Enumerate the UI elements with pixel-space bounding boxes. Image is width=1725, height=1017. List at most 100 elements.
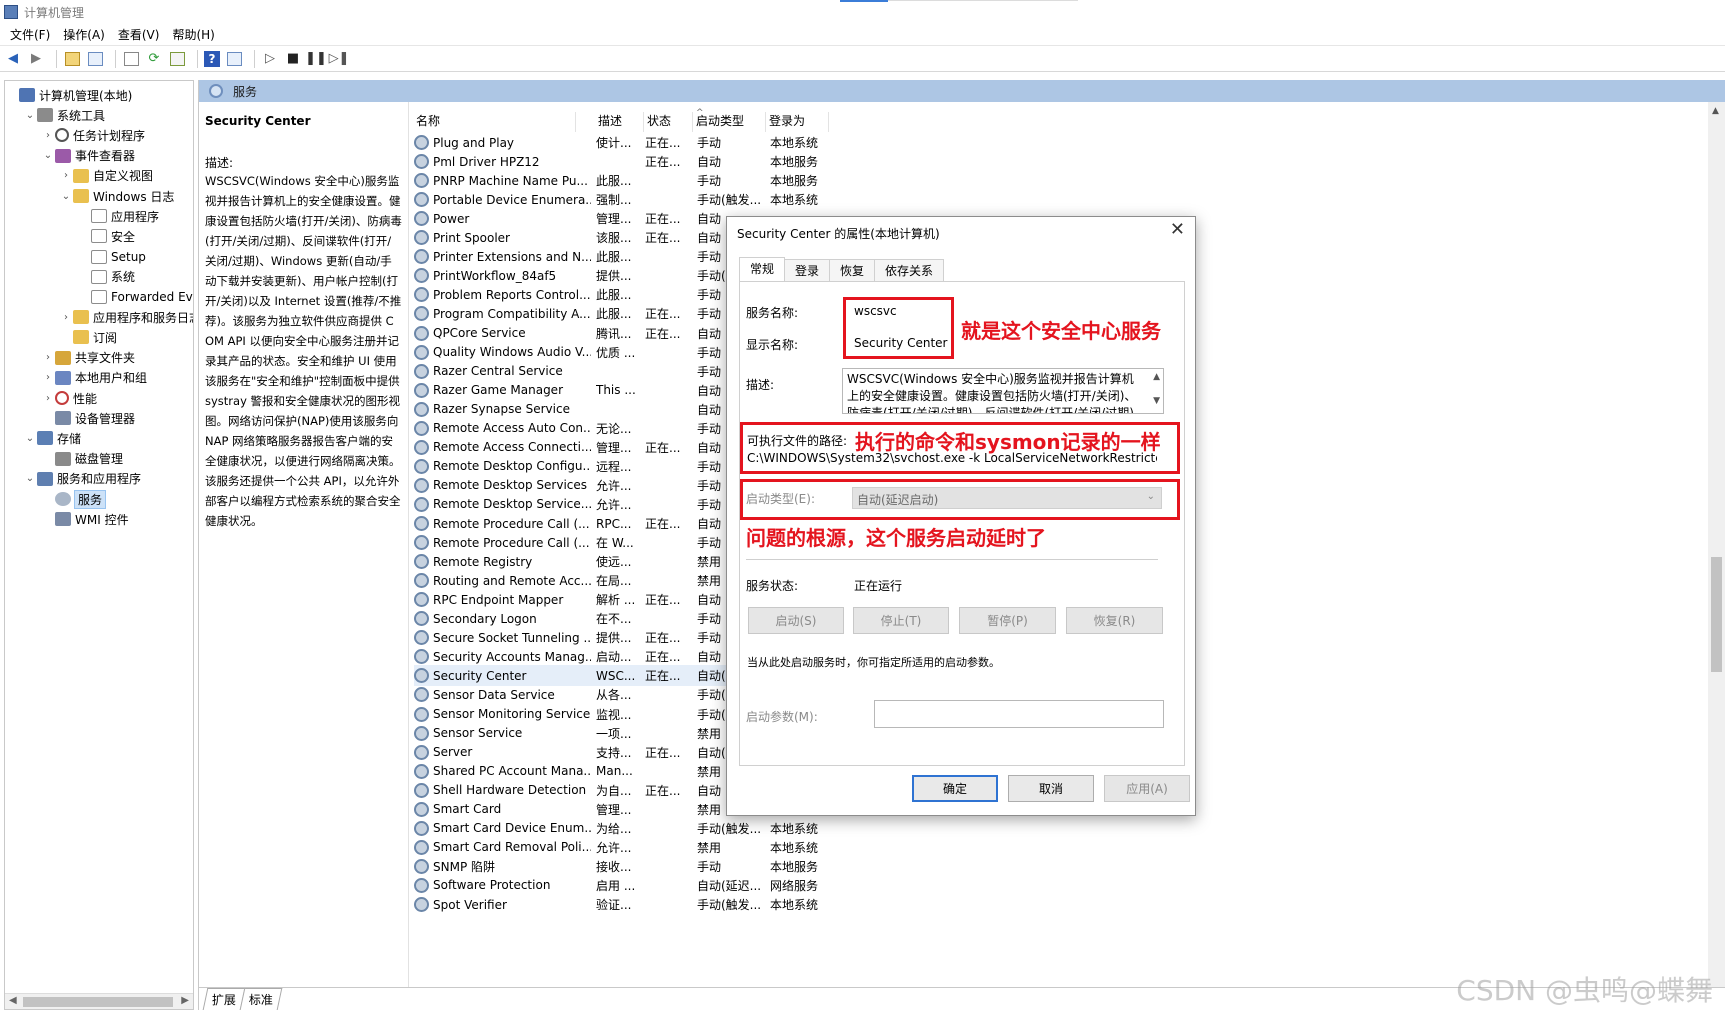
tree-item[interactable]: 应用程序 xyxy=(77,206,159,226)
tree-item[interactable]: › 应用程序和服务日志 xyxy=(59,307,193,327)
service-logon-cell: 本地服务 xyxy=(770,174,819,189)
tab-recovery[interactable]: 恢复 xyxy=(829,259,876,281)
dialog-description-text: WSCSVC(Windows 安全中心)服务监视并报告计算机上的安全健康设置。健… xyxy=(847,372,1137,414)
table-row[interactable]: Spot Verifier 验证... 手动(触发... 本地系统 xyxy=(414,894,974,915)
export-list-icon[interactable] xyxy=(168,50,186,68)
tree-item[interactable]: 订阅 xyxy=(59,327,117,347)
tree-item[interactable]: › 性能 xyxy=(41,388,97,408)
show-tree-icon[interactable] xyxy=(86,50,104,68)
tab-dependencies[interactable]: 依存关系 xyxy=(874,259,945,281)
scroll-left-icon[interactable]: ◀ xyxy=(9,995,17,1006)
column-header-status[interactable]: 状态 xyxy=(645,112,693,132)
column-header-description[interactable]: 描述 xyxy=(596,112,644,132)
tab-general[interactable]: 常规 xyxy=(739,257,786,281)
action-pane-icon[interactable] xyxy=(225,50,243,68)
stop-service-icon[interactable]: ■ xyxy=(284,50,302,68)
service-name-cell: Security Center xyxy=(433,668,527,683)
menu-bar: 文件(F) 操作(A) 查看(V) 帮助(H) xyxy=(0,24,1725,46)
tree-item[interactable]: ⌄ 存储 xyxy=(23,428,81,448)
tree-item[interactable]: › 本地用户和组 xyxy=(41,368,147,388)
tab-extended[interactable]: 扩展 xyxy=(202,988,246,1010)
tree-item[interactable]: ⌄ 服务和应用程序 xyxy=(23,469,141,489)
tree-item[interactable]: 服务 xyxy=(41,489,107,509)
tools-icon xyxy=(37,108,53,123)
chevron-down-icon[interactable]: ⌄ xyxy=(41,150,55,161)
up-folder-icon[interactable] xyxy=(63,50,81,68)
service-description-cell: 为自... xyxy=(596,783,632,798)
annotation-box-startup xyxy=(740,479,1180,520)
scrollbar-thumb[interactable] xyxy=(1711,557,1722,672)
tree-item[interactable]: › 任务计划程序 xyxy=(41,125,145,145)
help-icon[interactable]: ? xyxy=(204,50,220,67)
menu-view[interactable]: 查看(V) xyxy=(114,26,169,43)
forward-arrow-icon[interactable]: ▶ xyxy=(27,50,45,68)
tree-item[interactable]: WMI 控件 xyxy=(41,509,129,529)
scrollbar-thumb[interactable] xyxy=(23,997,173,1007)
services-header: 服务 xyxy=(199,80,1725,102)
tree-item[interactable]: Forwarded Eve xyxy=(77,287,193,307)
service-gear-icon xyxy=(414,230,429,246)
tree-item[interactable]: ⌄ 系统工具 xyxy=(23,105,105,125)
table-row[interactable]: Plug and Play 使计... 正在... 手动 本地系统 xyxy=(414,132,974,153)
tree-item[interactable]: 计算机管理(本地) xyxy=(5,85,132,105)
start-button[interactable]: 启动(S) xyxy=(748,607,844,634)
scroll-up-icon[interactable]: ▲ xyxy=(1712,106,1719,116)
apply-button[interactable]: 应用(A) xyxy=(1104,775,1190,802)
chevron-down-icon[interactable]: ⌄ xyxy=(23,473,37,484)
start-parameters-input[interactable] xyxy=(874,700,1164,728)
refresh-icon[interactable]: ⟳ xyxy=(145,50,163,68)
table-row[interactable]: Pml Driver HPZ12 正在... 自动 本地服务 xyxy=(414,151,974,172)
chevron-right-icon[interactable]: › xyxy=(59,312,73,323)
chevron-down-icon[interactable]: ⌄ xyxy=(59,191,73,202)
close-icon[interactable]: ✕ xyxy=(1170,219,1185,240)
pause-service-icon[interactable]: ❚❚ xyxy=(305,50,327,68)
stop-button[interactable]: 停止(T) xyxy=(853,607,949,634)
chevron-down-icon[interactable]: ⌄ xyxy=(23,433,37,444)
services-vertical-scrollbar[interactable]: ▲ xyxy=(1708,102,1725,987)
table-row[interactable]: SNMP 陷阱 接收... 手动 本地服务 xyxy=(414,856,974,877)
table-row[interactable]: Smart Card Device Enum... 为给... 手动(触发... 本地… xyxy=(414,818,974,839)
pause-button[interactable]: 暂停(P) xyxy=(959,607,1056,634)
menu-help[interactable]: 帮助(H) xyxy=(168,26,223,43)
table-row[interactable]: Smart Card Removal Poli... 允许... 禁用 本地系统 xyxy=(414,837,974,858)
table-row[interactable]: PNRP Machine Name Pu... 此服... 手动 本地服务 xyxy=(414,170,974,191)
properties-icon[interactable] xyxy=(122,50,140,68)
tree-item[interactable]: 安全 xyxy=(77,226,135,246)
chevron-right-icon[interactable]: › xyxy=(41,372,55,383)
resume-button[interactable]: 恢复(R) xyxy=(1066,607,1163,634)
start-service-icon[interactable]: ▷ xyxy=(261,50,279,68)
tree-item[interactable]: 设备管理器 xyxy=(41,408,135,428)
column-header-logon-as[interactable]: 登录为 xyxy=(767,112,829,132)
chevron-right-icon[interactable]: › xyxy=(59,170,73,181)
ok-button[interactable]: 确定 xyxy=(912,775,998,802)
menu-file[interactable]: 文件(F) xyxy=(6,26,59,43)
services-header-title: 服务 xyxy=(233,84,258,99)
tree-item[interactable]: 磁盘管理 xyxy=(41,449,123,469)
tree-item[interactable]: 系统 xyxy=(77,267,135,287)
tab-standard[interactable]: 标准 xyxy=(239,988,283,1010)
back-arrow-icon[interactable]: ◀ xyxy=(4,50,22,68)
table-row[interactable]: Software Protection 启用 ... 自动(延迟... 网络服务 xyxy=(414,875,974,896)
tree-horizontal-scrollbar[interactable]: ◀ ▶ xyxy=(5,993,193,1009)
scroll-right-icon[interactable]: ▶ xyxy=(181,995,189,1006)
dialog-description-box[interactable]: WSCSVC(Windows 安全中心)服务监视并报告计算机上的安全健康设置。健… xyxy=(842,368,1164,414)
tree-item[interactable]: › 自定义视图 xyxy=(59,166,153,186)
chevron-down-icon[interactable]: ⌄ xyxy=(23,110,37,121)
table-row[interactable]: Portable Device Enumera... 强制... 手动(触发... 本… xyxy=(414,189,974,210)
service-name-cell: Razer Central Service xyxy=(433,364,563,379)
tree-item[interactable]: Setup xyxy=(77,247,146,267)
chevron-right-icon[interactable]: › xyxy=(41,130,55,141)
tree-item[interactable]: › 共享文件夹 xyxy=(41,348,135,368)
tree-item[interactable]: ⌄ Windows 日志 xyxy=(59,186,174,206)
description-scroll-icon[interactable]: ▲ ▼ xyxy=(1153,371,1160,407)
column-header-name[interactable]: 名称 xyxy=(414,112,576,132)
tab-logon[interactable]: 登录 xyxy=(784,259,831,281)
service-gear-icon xyxy=(414,858,429,874)
chevron-right-icon[interactable]: › xyxy=(41,393,55,404)
column-header-startup-type[interactable]: 启动类型 xyxy=(694,112,766,132)
menu-action[interactable]: 操作(A) xyxy=(59,26,114,43)
cancel-button[interactable]: 取消 xyxy=(1008,775,1094,802)
tree-item[interactable]: ⌄ 事件查看器 xyxy=(41,146,135,166)
restart-service-icon[interactable]: ▷❚ xyxy=(329,50,350,68)
chevron-right-icon[interactable]: › xyxy=(41,352,55,363)
